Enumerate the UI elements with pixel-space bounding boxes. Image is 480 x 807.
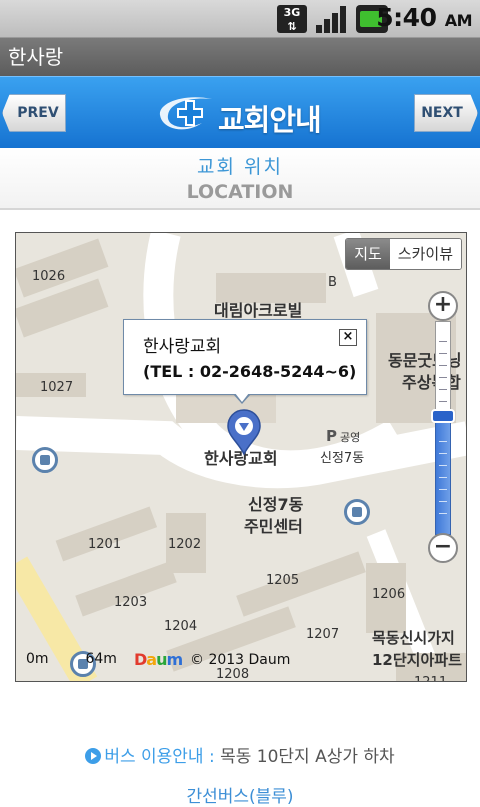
3g-data-icon: 3G ⇅ xyxy=(277,5,307,33)
map-label-1211: 1211 xyxy=(414,675,447,681)
play-bullet-icon xyxy=(85,748,102,764)
popup-tail-fill xyxy=(235,393,249,402)
map-label-1202: 1202 xyxy=(168,537,202,552)
map-label-mokdong-2: 12단지아파트 xyxy=(372,651,462,669)
map-label-mokdong-1: 목동신시가지 xyxy=(372,629,455,647)
bus-info: 버스 이용안내 : 목동 10단지 A상가 하차 xyxy=(0,742,480,767)
map-view-button[interactable]: 지도 xyxy=(346,239,390,269)
logo-text: 교회안내 xyxy=(218,103,322,137)
map-label-center-1: 신정7동 xyxy=(248,495,304,514)
popup-close-button[interactable]: × xyxy=(339,329,357,346)
section-title-english: LOCATION xyxy=(186,181,294,203)
zoom-level-fill xyxy=(435,417,451,535)
bus-info-label: 버스 이용안내 : xyxy=(104,747,215,767)
zoom-slider-thumb[interactable] xyxy=(431,409,455,423)
clock: 5:40 AM xyxy=(376,3,472,32)
map-label-1201: 1201 xyxy=(88,537,122,552)
map-type-toggle[interactable]: 지도 스카이뷰 xyxy=(345,238,462,270)
map-label-1205: 1205 xyxy=(266,573,300,588)
location-popup[interactable]: 한사랑교회 (TEL : 02-2648-5244~6) × xyxy=(123,319,367,395)
map-label-parking: P xyxy=(326,427,337,445)
section-title-korean: 교회 위치 xyxy=(197,156,283,178)
next-button[interactable]: NEXT xyxy=(414,94,478,132)
skyview-button[interactable]: 스카이뷰 xyxy=(389,239,461,269)
location-map[interactable]: 1026 1027 대림아크로빌 B 동문굿모닝 주상복합 한사랑교회 P 공영… xyxy=(15,232,467,682)
zoom-control[interactable]: + − xyxy=(428,291,458,563)
app-title: 한사랑 xyxy=(8,45,64,69)
cross-logo-icon xyxy=(159,97,212,130)
network-type: 3G xyxy=(283,6,301,19)
status-bar: 3G ⇅ 5:40 AM xyxy=(0,0,480,38)
bus-info-text: 목동 10단지 A상가 하차 xyxy=(220,747,395,767)
clock-time: 5:40 xyxy=(376,3,437,32)
scale-left: 0m xyxy=(26,651,49,667)
bus-info-line2: 간선버스(블루) xyxy=(186,787,294,807)
map-label-1207: 1207 xyxy=(306,627,340,642)
clock-ampm: AM xyxy=(444,11,473,30)
page-header: PREV 교회안내 NEXT xyxy=(0,76,480,148)
map-label-1203: 1203 xyxy=(114,595,148,610)
bus-stop-icon[interactable] xyxy=(32,447,58,473)
daum-logo: Daum xyxy=(134,650,183,669)
bus-stop-icon[interactable] xyxy=(344,499,370,525)
map-label-sinjeong: 신정7동 xyxy=(320,451,365,466)
location-pin-icon[interactable] xyxy=(226,408,262,456)
church-info-logo: 교회안내 xyxy=(152,87,332,137)
map-label-1208: 1208 xyxy=(216,667,250,682)
map-label-1206: 1206 xyxy=(372,587,406,602)
zoom-in-button[interactable]: + xyxy=(428,291,458,321)
popup-church-name: 한사랑교회 xyxy=(143,337,222,357)
zoom-out-button[interactable]: − xyxy=(428,533,458,563)
section-heading: 교회 위치 LOCATION xyxy=(0,148,480,210)
map-label-1026: 1026 xyxy=(32,269,66,284)
map-label-1204: 1204 xyxy=(164,619,198,634)
map-label-1027: 1027 xyxy=(40,380,74,395)
signal-icon xyxy=(316,5,348,33)
app-title-bar: 한사랑 xyxy=(0,38,480,76)
map-label-center-2: 주민센터 xyxy=(244,517,303,536)
scale-right: 64m xyxy=(85,651,117,667)
popup-phone[interactable]: (TEL : 02-2648-5244~6) xyxy=(143,362,356,381)
prev-button[interactable]: PREV xyxy=(2,94,66,132)
map-label-daerim: 대림아크로빌 xyxy=(214,301,303,320)
map-label-parking-public: 공영 xyxy=(340,431,361,444)
map-copyright: © 2013 Daum xyxy=(190,652,291,668)
map-label-b: B xyxy=(328,275,337,290)
map-scale: 0m 64m xyxy=(26,651,117,667)
